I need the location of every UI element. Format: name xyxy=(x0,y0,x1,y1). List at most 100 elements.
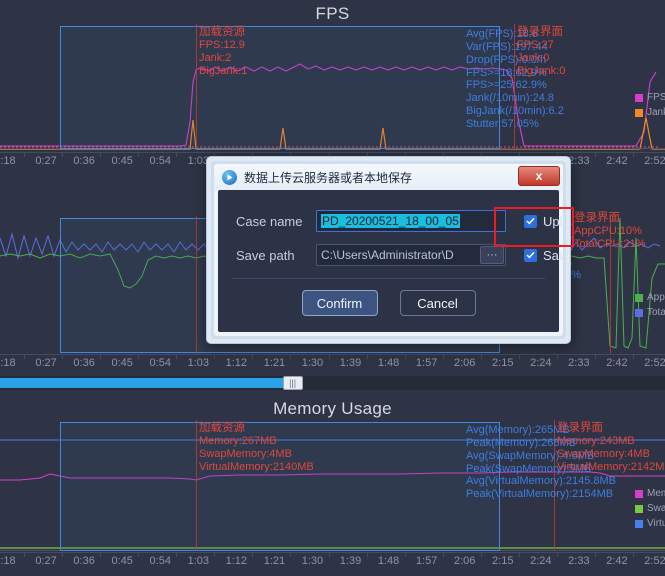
axis-tickmark xyxy=(442,552,444,557)
axis-tickmark xyxy=(24,354,26,359)
axis-tickmark xyxy=(633,552,634,557)
axis-tick-label: 2:33 xyxy=(568,155,590,167)
axis-tick-label: 1:48 xyxy=(377,555,400,567)
axis-tick-label: 1:21 xyxy=(263,555,286,567)
axis-tickmark xyxy=(62,354,64,359)
axis-tick-label: 1:57 xyxy=(415,357,438,369)
axis-tickmark xyxy=(176,552,178,557)
axis-tick-label: 0:36 xyxy=(73,155,95,167)
axis-tickmark xyxy=(100,354,102,359)
case-name-input[interactable]: PD_20200521_18_00_05 xyxy=(316,210,506,232)
axis-tickmark xyxy=(138,354,140,359)
case-name-label: Case name xyxy=(236,213,303,229)
axis-tickmark xyxy=(594,152,596,157)
axis-tickmark xyxy=(252,552,254,557)
legend-item[interactable]: Jank xyxy=(635,105,665,120)
axis-tick-label: 0:36 xyxy=(73,555,95,567)
axis-tick-label: 2:06 xyxy=(453,357,476,369)
axis-tickmark xyxy=(404,354,406,359)
axis-tickmark xyxy=(366,552,368,557)
memory-annotation-right: 登录界面 Memory:243MB SwapMemory:4MB Virtual… xyxy=(557,422,665,474)
memory-annotation-left: 加载资源 Memory:267MB SwapMemory:4MB Virtual… xyxy=(199,422,314,474)
memory-legend-swatch-icon xyxy=(635,489,643,498)
axis-tick-label: 1:03 xyxy=(187,555,209,567)
cpu-annotation-right: 登录界面 AppCPU:10% TotalCPU:21% xyxy=(574,212,646,251)
axis-tickmark xyxy=(442,354,444,359)
axis-tick-label: 2:15 xyxy=(492,357,514,369)
legend-item[interactable]: TotalCPU xyxy=(635,305,665,320)
axis-tick-label: 2:52 xyxy=(644,357,665,369)
axis-tick-label: 2:52 xyxy=(644,555,665,567)
memory-time-axis: :18 0:27 0:36 0:45 0:54 1:03 1:12 1:21 1:30 1:39 1… xyxy=(0,552,665,574)
cancel-button[interactable]: Cancel xyxy=(399,290,476,316)
dialog-titlebar[interactable]: 数据上传云服务器或者本地保存 x xyxy=(214,164,563,190)
axis-tickmark xyxy=(290,552,292,557)
dialog-frame: 数据上传云服务器或者本地保存 x Case name PD_20200521_1… xyxy=(211,161,566,339)
axis-tickmark xyxy=(214,354,216,359)
save-path-input[interactable]: C:\Users\Administrator\D ··· xyxy=(316,244,506,266)
axis-tickmark xyxy=(633,354,634,359)
scrollbar-fill[interactable] xyxy=(0,378,293,388)
axis-tickmark xyxy=(366,354,368,359)
fps-annotation-left: 加载资源 FPS:12.9 Jank:2 BigJank:1 xyxy=(199,26,248,78)
app-logo-icon xyxy=(222,169,237,185)
memory-panel: Memory Usage 加载资源 Memory:267MB SwapMemor… xyxy=(0,394,665,576)
close-icon[interactable]: x xyxy=(518,166,560,186)
axis-tick-label: 1:30 xyxy=(301,357,324,369)
axis-tick-label: 2:52 xyxy=(644,155,665,167)
axis-tick-label: 1:48 xyxy=(377,357,400,369)
scrollbar-handle[interactable]: ||| xyxy=(282,376,303,390)
browse-button[interactable]: ··· xyxy=(480,246,504,264)
case-name-row: Case name PD_20200521_18_00_05 Upload xyxy=(218,204,563,238)
legend-item[interactable]: VirtualMemory xyxy=(635,516,665,531)
fps-chart-title: FPS xyxy=(315,4,350,23)
legend-item[interactable]: Memory xyxy=(635,486,665,501)
save-checkbox[interactable] xyxy=(524,248,537,262)
axis-tickmark xyxy=(518,354,520,359)
axis-tickmark xyxy=(176,354,178,359)
memory-chart-title: Memory Usage xyxy=(273,399,392,418)
axis-tickmark xyxy=(404,552,406,557)
legend-item[interactable]: SwapMemory xyxy=(635,501,665,516)
axis-tick-label: 0:27 xyxy=(35,555,57,567)
timeline-scrollbar[interactable]: ||| xyxy=(0,376,665,390)
jank-legend-swatch-icon xyxy=(635,108,643,117)
axis-tick-label: 2:24 xyxy=(530,357,552,369)
fps-marker-line-left xyxy=(196,24,197,149)
axis-tick-label: 1:39 xyxy=(339,357,362,369)
axis-tick-label: 0:45 xyxy=(111,555,133,567)
memory-plot[interactable]: 加载资源 Memory:267MB SwapMemory:4MB Virtual… xyxy=(0,418,665,552)
axis-tickmark xyxy=(138,152,140,157)
axis-tick-label: 1:39 xyxy=(339,555,362,567)
upload-checkbox[interactable] xyxy=(524,214,537,228)
dialog-inner: 数据上传云服务器或者本地保存 x Case name PD_20200521_1… xyxy=(214,164,563,336)
cpu-time-axis: :18 0:27 0:36 0:45 0:54 1:03 1:12 1:21 1:30 1:39 1… xyxy=(0,354,665,376)
upload-checkbox-group[interactable]: Upload xyxy=(524,214,563,229)
fps-plot[interactable]: 加载资源 FPS:12.9 Jank:2 BigJank:1 Avg(FPS):… xyxy=(0,22,665,150)
fps-selection-box[interactable] xyxy=(60,26,500,149)
axis-tickmark xyxy=(328,354,330,359)
axis-tickmark xyxy=(214,552,216,557)
dialog-button-row: Confirm Cancel xyxy=(218,279,559,316)
dialog-title: 数据上传云服务器或者本地保存 xyxy=(244,170,413,185)
axis-tick-label: 0:54 xyxy=(149,357,171,369)
axis-tickmark xyxy=(633,152,634,157)
axis-tick-label: 1:12 xyxy=(225,357,248,369)
legend-item[interactable]: FPS xyxy=(635,90,665,105)
axis-tick-label: 2:33 xyxy=(568,555,590,567)
axis-tickmark xyxy=(480,552,482,557)
axis-tickmark xyxy=(62,152,64,157)
axis-tick-label: :18 xyxy=(0,357,16,369)
virtualmemory-legend-swatch-icon xyxy=(635,519,643,528)
fps-legend-swatch-icon xyxy=(635,93,643,102)
legend-item[interactable]: AppCPU xyxy=(635,290,665,305)
axis-tick-label: 2:42 xyxy=(606,357,628,369)
axis-tickmark xyxy=(100,552,102,557)
cpu-legend: AppCPU TotalCPU xyxy=(635,290,665,320)
fps-panel: FPS 加载资源 FPS:12.9 Jank:2 BigJank:1 Avg(F… xyxy=(0,0,665,167)
axis-tick-label: :18 xyxy=(0,155,16,167)
axis-tick-label: 2:42 xyxy=(606,155,628,167)
axis-tick-label: 1:12 xyxy=(225,555,248,567)
save-checkbox-group[interactable]: Save xyxy=(524,248,563,263)
confirm-button[interactable]: Confirm xyxy=(301,290,378,316)
